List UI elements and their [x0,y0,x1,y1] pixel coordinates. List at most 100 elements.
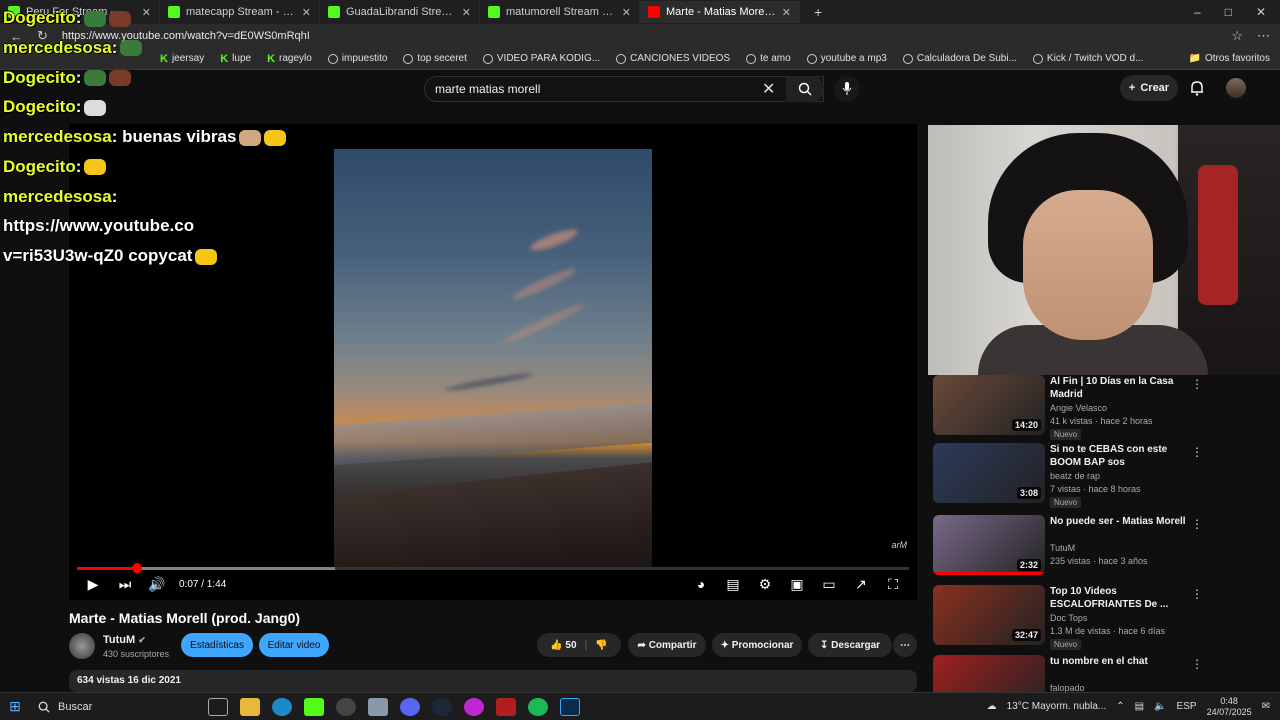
video-thumbnail[interactable]: 3:08 [933,443,1045,503]
clock[interactable]: 0:48 24/07/2025 [1207,696,1252,718]
close-window-icon[interactable]: ✕ [1256,5,1266,19]
new-tab-icon[interactable]: + [814,4,822,20]
progress-bar[interactable] [77,563,909,573]
bookmark-item[interactable]: top seceret [403,53,467,64]
recommended-title[interactable]: tu nombre en el chat [1050,655,1190,668]
channel-avatar[interactable] [69,633,95,659]
file-explorer-icon[interactable] [240,697,260,716]
close-tab-icon[interactable]: ✕ [782,6,791,19]
player-controls: ▶ ⏭ 🔊 0:07 / 1:44 ◕ ▤ ⚙ ▣ ▭ ↗ ⛶ [77,574,909,594]
chat-message: mercedesosa: buenas vibras [3,122,313,152]
recommended-video[interactable]: tu nombre en el chatfalopado48 vistas · … [933,655,1273,692]
obs-icon[interactable] [336,697,356,716]
recommended-video[interactable]: 14:20 Al Fin | 10 Días en la Casa Madrid A… [933,375,1273,443]
kick-icon[interactable] [304,697,324,716]
kebab-menu-icon[interactable]: ⋮ [1191,445,1203,459]
create-button[interactable]: + Crear [1120,75,1178,101]
language-indicator[interactable]: ESP [1177,701,1197,712]
globe-icon [403,53,414,64]
photoshop-icon[interactable] [560,697,580,716]
description-box[interactable]: 634 vistas 16 dic 2021 [69,670,917,692]
play-icon[interactable]: ▶ [77,574,109,594]
kebab-menu-icon[interactable]: ⋮ [1191,517,1203,531]
search-button[interactable] [786,76,824,102]
other-bookmarks-folder[interactable]: 📁 Otros favoritos [1189,53,1280,64]
task-view-icon[interactable] [208,697,228,716]
bookmark-item[interactable]: Kick / Twitch VOD d... [1032,53,1143,64]
recommended-title[interactable]: Top 10 Videos ESCALOFRIANTES De ... [1050,585,1190,611]
bookmark-item[interactable]: VIDEO PARA KODIG... [482,53,601,64]
spotify-icon[interactable] [528,697,548,716]
video-thumbnail[interactable]: 32:47 [933,585,1045,645]
next-icon[interactable]: ⏭ [109,574,141,594]
close-tab-icon[interactable]: ✕ [622,6,631,19]
browser-tab[interactable]: Marte - Matias Morell (prod. Jang0) ✕ [640,1,800,23]
like-icon[interactable]: 👍 [550,640,562,651]
share-button[interactable]: ➦ Compartir [628,633,706,657]
bookmark-item[interactable]: youtube a mp3 [806,53,887,64]
miniplayer-icon[interactable]: ▣ [781,574,813,594]
account-avatar[interactable] [1226,78,1246,98]
channel-name-label[interactable]: TutuM [103,634,135,646]
more-menu-icon[interactable]: ⋯ [1257,28,1270,44]
video-thumbnail[interactable]: 2:32 [933,515,1045,575]
settings-gear-icon[interactable]: ⚙ [749,574,781,594]
autoplay-toggle-icon[interactable]: ◕ [685,574,717,594]
dislike-icon[interactable]: 👎 [595,640,607,651]
minimize-icon[interactable]: – [1194,5,1201,19]
discord-icon[interactable] [400,697,420,716]
weather-text[interactable]: 13°C Mayorm. nubla... [1007,701,1107,712]
edit-video-button[interactable]: Editar video [259,633,329,657]
maximize-icon[interactable]: □ [1225,5,1232,19]
more-actions-button[interactable]: ⋯ [893,633,917,657]
video-frame[interactable] [334,149,652,567]
scrubber-knob[interactable] [131,563,142,573]
recommended-title[interactable]: Al Fin | 10 Días en la Casa Madrid [1050,375,1190,401]
bookmark-label: VIDEO PARA KODIG... [496,53,601,64]
browser-tab[interactable]: GuadaLibrandi Stream - Watch Live ✕ [320,1,480,23]
video-thumbnail[interactable]: 14:20 [933,375,1045,435]
bookmark-item[interactable]: te amo [746,53,791,64]
channel-name[interactable]: TutuM ✔ [103,634,146,646]
notifications-bell-icon[interactable] [1190,80,1204,96]
fullscreen-icon[interactable]: ⛶ [877,574,909,594]
notifications-icon[interactable]: ✉ [1262,701,1270,712]
recommended-video[interactable]: 3:08 Si no te CEBAS con este BOOM BAP sos… [933,443,1273,511]
kebab-menu-icon[interactable]: ⋮ [1191,377,1203,391]
recommended-video[interactable]: 2:32 No puede ser - Matias Morell TutuM 235… [933,515,1273,583]
speaker-icon[interactable]: 🔈 [1154,701,1166,712]
taskbar-search[interactable]: Buscar [30,696,180,718]
steam-icon[interactable] [432,697,452,716]
voice-search-button[interactable] [834,76,860,102]
windows-start-icon[interactable]: ⊞ [0,698,30,715]
clear-search-icon[interactable]: ✕ [762,79,775,99]
theater-mode-icon[interactable]: ▭ [813,574,845,594]
close-tab-icon[interactable]: ✕ [462,6,471,19]
video-duration: 32:47 [1011,629,1041,641]
video-editor-icon[interactable] [496,697,516,716]
like-count[interactable]: 50 [565,640,576,651]
edge-icon[interactable] [272,697,292,716]
video-thumbnail[interactable] [933,655,1045,692]
download-button[interactable]: ↧ Descargar [808,633,892,657]
bookmark-item[interactable]: CANCIONES VIDEOS [616,53,730,64]
cast-icon[interactable]: ↗ [845,574,877,594]
subtitles-icon[interactable]: ▤ [717,574,749,594]
app2-icon[interactable] [464,697,484,716]
recommended-video[interactable]: 32:47 Top 10 Videos ESCALOFRIANTES De ...… [933,585,1273,653]
network-icon[interactable]: ▤ [1135,701,1144,712]
bookmark-item[interactable]: impuestito [327,53,387,64]
app-icon[interactable] [368,697,388,716]
browser-tab[interactable]: matumorell Stream - Watch Live ✕ [480,1,640,23]
statistics-button[interactable]: Estadísticas [181,633,253,657]
bookmark-item[interactable]: Calculadora De Subi... [902,53,1017,64]
kebab-menu-icon[interactable]: ⋮ [1191,657,1203,671]
tray-chevron-icon[interactable]: ⌃ [1116,701,1124,712]
recommended-title[interactable]: Si no te CEBAS con este BOOM BAP sos [1050,443,1190,469]
star-icon[interactable]: ☆ [1231,28,1243,44]
kebab-menu-icon[interactable]: ⋮ [1191,587,1203,601]
volume-icon[interactable]: 🔊 [141,574,173,594]
recommended-title[interactable]: No puede ser - Matias Morell [1050,515,1190,528]
chat-message: Dogecito: [3,3,313,33]
promote-button[interactable]: ✦ Promocionar [712,633,802,657]
